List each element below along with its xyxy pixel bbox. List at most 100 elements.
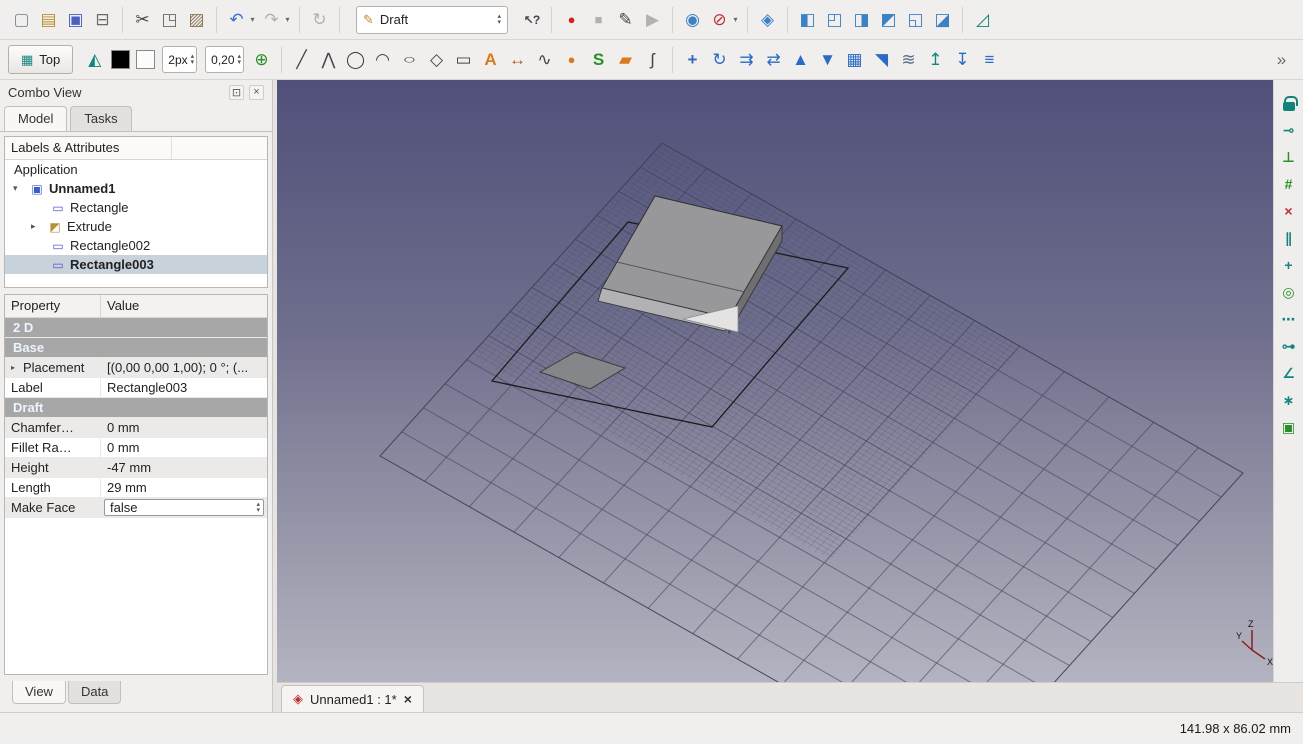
upgrade-tool-icon[interactable]: ▲ <box>787 46 814 73</box>
property-value[interactable]: 29 mm <box>101 479 267 496</box>
draft-to-sketch-icon[interactable]: ≋ <box>895 46 922 73</box>
view-bottom-icon[interactable]: ◱ <box>902 6 929 33</box>
expander-icon[interactable]: ▸ <box>11 363 23 372</box>
line-tool-icon[interactable]: ╱ <box>288 46 315 73</box>
remove-point-icon[interactable]: ↧ <box>949 46 976 73</box>
property-row-label[interactable]: Label Rectangle003 <box>5 378 267 398</box>
combo-spin-arrows[interactable]: ▴ ▾ <box>497 13 501 26</box>
construction-mode-icon[interactable]: ◭ <box>81 46 108 73</box>
facebinder-tool-icon[interactable]: ▰ <box>612 46 639 73</box>
dimension-tool-icon[interactable]: ↔ <box>504 46 531 73</box>
working-plane-button[interactable]: ▦ Top <box>8 45 74 74</box>
property-value[interactable]: 0 mm <box>101 439 267 456</box>
point-tool-icon[interactable]: ● <box>558 46 585 73</box>
cut-icon[interactable]: ✂ <box>129 6 156 33</box>
view-right-icon[interactable]: ◨ <box>848 6 875 33</box>
measure-distance-icon[interactable]: ◿ <box>969 6 996 33</box>
open-folder-icon[interactable]: ▤ <box>35 6 62 33</box>
shapestring-tool-icon[interactable]: S <box>585 46 612 73</box>
copy-icon[interactable]: ◳ <box>156 6 183 33</box>
offset-tool-icon[interactable]: ⇉ <box>733 46 760 73</box>
text-tool-icon[interactable]: A <box>477 46 504 73</box>
paste-icon[interactable]: ▨ <box>183 6 210 33</box>
3d-viewport[interactable]: Z Y X <box>277 80 1273 682</box>
add-point-icon[interactable]: ↥ <box>922 46 949 73</box>
undo-icon[interactable]: ↶ <box>223 6 250 33</box>
tree-item-rectangle[interactable]: ▭ Rectangle <box>5 198 267 217</box>
3d-scene[interactable]: Z Y X <box>277 80 1273 682</box>
spin-arrows[interactable]: ▴ ▾ <box>191 53 195 66</box>
document-tab-unnamed1[interactable]: ◈ Unnamed1 : 1* × <box>281 685 424 712</box>
tree-item-extrude[interactable]: ▸ ◩ Extrude <box>5 217 267 236</box>
panel-float-icon[interactable]: ⊡ <box>229 84 244 100</box>
property-row-height[interactable]: Height -47 mm <box>5 458 267 478</box>
snap-perpendicular-icon[interactable]: ⊥ <box>1278 146 1300 168</box>
macro-edit-icon[interactable]: ✎ <box>612 6 639 33</box>
panel-close-icon[interactable]: × <box>249 84 264 100</box>
property-row-placement[interactable]: ▸ Placement [(0,00 0,00 1,00); 0 °; (... <box>5 358 267 378</box>
circle-tool-icon[interactable]: ◯ <box>342 46 369 73</box>
tab-view[interactable]: View <box>12 681 66 704</box>
property-row-fillet[interactable]: Fillet Ra… 0 mm <box>5 438 267 458</box>
view-front-icon[interactable]: ◧ <box>794 6 821 33</box>
save-icon[interactable]: ▣ <box>62 6 89 33</box>
snap-center-icon[interactable]: ◎ <box>1278 281 1300 303</box>
rotate-tool-icon[interactable]: ↻ <box>706 46 733 73</box>
autogroup-icon[interactable]: ⊕ <box>248 46 275 73</box>
spin-arrows[interactable]: ▴ ▾ <box>238 53 242 66</box>
snap-lock-icon[interactable] <box>1278 92 1300 114</box>
snap-intersection-icon[interactable]: × <box>1278 200 1300 222</box>
print-icon[interactable]: ⊟ <box>89 6 116 33</box>
line-width-spinbox[interactable]: 2px ▴ ▾ <box>162 46 198 73</box>
snap-working-plane-icon[interactable]: ▣ <box>1278 416 1300 438</box>
polyline-tool-icon[interactable]: ⋀ <box>315 46 342 73</box>
make-face-combobox[interactable]: false ▴ ▾ <box>104 499 264 516</box>
snap-endpoint-icon[interactable]: ⊸ <box>1278 119 1300 141</box>
toolbar-overflow-icon[interactable]: » <box>1268 46 1295 73</box>
snap-extension-icon[interactable]: ⋯ <box>1278 308 1300 330</box>
expander-icon[interactable]: ▸ <box>31 221 46 232</box>
bezier-tool-icon[interactable]: ʃ <box>639 46 666 73</box>
workbench-selector[interactable]: ✎ Draft ▴ ▾ <box>356 5 508 34</box>
macro-play-icon[interactable]: ▶ <box>639 6 666 33</box>
array-tool-icon[interactable]: ▦ <box>841 46 868 73</box>
property-value[interactable]: Rectangle003 <box>101 379 267 396</box>
tree-item-rectangle003[interactable]: ▭ Rectangle003 <box>5 255 267 274</box>
scale-spinbox[interactable]: 0,20 ▴ ▾ <box>205 46 245 73</box>
whats-this-icon[interactable]: ↖? <box>518 6 545 33</box>
layer-manager-icon[interactable]: ≡ <box>976 46 1003 73</box>
view-rear-icon[interactable]: ◩ <box>875 6 902 33</box>
clipping-dropdown-icon[interactable]: ▾ <box>730 6 741 33</box>
property-row-make-face[interactable]: Make Face false ▴ ▾ <box>5 498 267 518</box>
close-icon[interactable]: × <box>404 691 412 707</box>
tree-item-unnamed1[interactable]: ▾ ▣ Unnamed1 <box>5 179 267 198</box>
undo-dropdown-icon[interactable]: ▾ <box>247 6 258 33</box>
snap-ortho-icon[interactable]: + <box>1278 254 1300 276</box>
redo-icon[interactable]: ↷ <box>258 6 285 33</box>
expander-icon[interactable]: ▾ <box>13 183 28 194</box>
ellipse-tool-icon[interactable]: ○ <box>391 50 427 69</box>
clipping-icon[interactable]: ⊘ <box>706 6 733 33</box>
snap-grid-icon[interactable]: # <box>1278 173 1300 195</box>
tree-root-application[interactable]: Application <box>5 160 267 179</box>
face-color-swatch[interactable] <box>136 50 156 69</box>
snap-angle-icon[interactable]: ∠ <box>1278 362 1300 384</box>
view-top-icon[interactable]: ◰ <box>821 6 848 33</box>
new-document-icon[interactable]: ▢ <box>8 6 35 33</box>
zoom-fit-icon[interactable]: ◉ <box>679 6 706 33</box>
property-value[interactable]: [(0,00 0,00 1,00); 0 °; (... <box>101 359 267 376</box>
snap-special-icon[interactable]: ∗ <box>1278 389 1300 411</box>
combo-spin-arrows[interactable]: ▴ ▾ <box>256 501 260 514</box>
rectangle-tool-icon[interactable]: ▭ <box>450 46 477 73</box>
refresh-icon[interactable]: ↻ <box>306 6 333 33</box>
property-row-chamfer[interactable]: Chamfer… 0 mm <box>5 418 267 438</box>
property-value[interactable]: -47 mm <box>101 459 267 476</box>
property-row-length[interactable]: Length 29 mm <box>5 478 267 498</box>
tab-tasks[interactable]: Tasks <box>70 106 132 131</box>
bspline-tool-icon[interactable]: ∿ <box>531 46 558 73</box>
view-left-icon[interactable]: ◪ <box>929 6 956 33</box>
downgrade-tool-icon[interactable]: ▼ <box>814 46 841 73</box>
trimex-tool-icon[interactable]: ⇄ <box>760 46 787 73</box>
tab-data[interactable]: Data <box>67 681 122 704</box>
tree-item-rectangle002[interactable]: ▭ Rectangle002 <box>5 236 267 255</box>
